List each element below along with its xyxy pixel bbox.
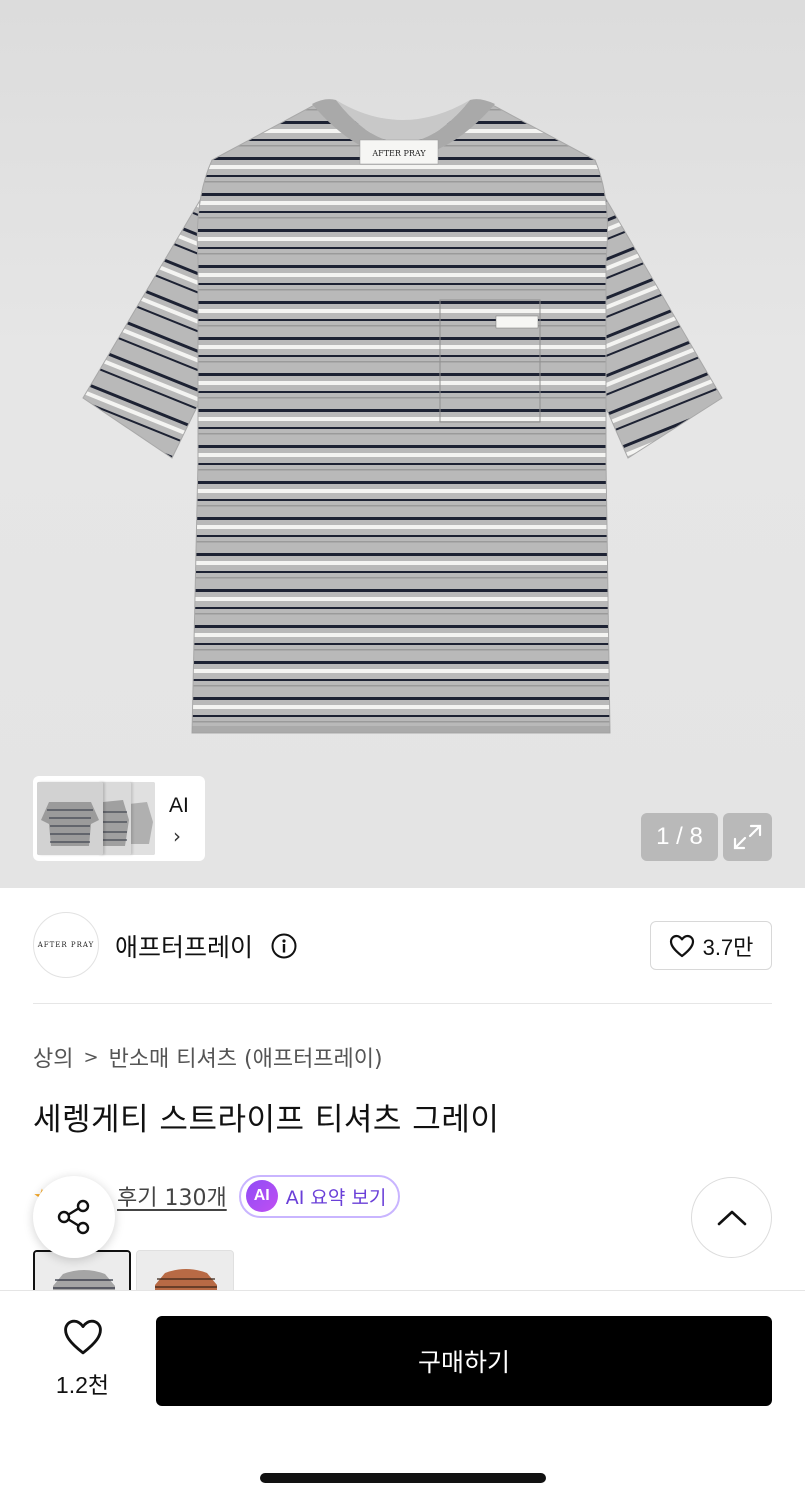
chevron-right-icon: ›	[173, 824, 181, 848]
info-icon[interactable]	[271, 933, 297, 959]
product-photo-striped-tshirt: AFTER PRAY	[82, 99, 723, 734]
scroll-top-button[interactable]	[691, 1177, 772, 1258]
breadcrumb-separator: >	[83, 1046, 99, 1068]
home-indicator	[260, 1473, 546, 1483]
brand-name[interactable]: 애프터프레이	[115, 928, 253, 964]
wishlist-count: 1.2천	[55, 1372, 110, 1398]
share-icon	[57, 1199, 90, 1235]
product-image-gallery[interactable]: AFTER PRAY AI › 1 / 8	[0, 0, 805, 888]
heart-icon	[669, 934, 694, 957]
buy-button[interactable]: 구매하기	[156, 1316, 772, 1406]
neck-label-text: AFTER PRAY	[371, 149, 426, 158]
breadcrumb: 상의 > 반소매 티셔츠 (애프터프레이)	[33, 1041, 383, 1073]
ai-thumbnail-label: AI	[169, 794, 189, 817]
brand-logo-text: AFTER PRAY	[37, 941, 95, 949]
ai-badge-icon: AI	[245, 1180, 278, 1212]
brand-like-button[interactable]: 3.7만	[650, 921, 772, 970]
color-options	[33, 1250, 773, 1292]
expand-icon	[733, 824, 762, 850]
brand-like-count: 3.7만	[702, 934, 754, 960]
heart-icon	[63, 1319, 102, 1355]
share-button[interactable]	[33, 1176, 115, 1258]
expand-button[interactable]	[723, 813, 772, 861]
divider	[33, 1003, 772, 1004]
color-option-brown[interactable]	[136, 1250, 234, 1292]
brand-logo[interactable]: AFTER PRAY	[33, 912, 99, 978]
ai-summary-button[interactable]: AI AI 요약 보기	[238, 1174, 401, 1218]
thumbnail-front[interactable]	[37, 782, 103, 855]
image-counter: 1 / 8	[641, 813, 718, 861]
chevron-up-icon	[717, 1210, 746, 1225]
wishlist-button[interactable]: 1.2천	[40, 1318, 125, 1400]
review-link[interactable]: 후기 130개	[117, 1180, 227, 1212]
ai-thumbnail-strip[interactable]: AI ›	[33, 776, 205, 861]
breadcrumb-item-category[interactable]: 반소매 티셔츠 (애프터프레이)	[109, 1041, 383, 1073]
product-title: 세렝게티 스트라이프 티셔츠 그레이	[33, 1102, 500, 1138]
ai-summary-label: AI 요약 보기	[285, 1186, 387, 1209]
breadcrumb-item-top[interactable]: 상의	[33, 1041, 73, 1073]
